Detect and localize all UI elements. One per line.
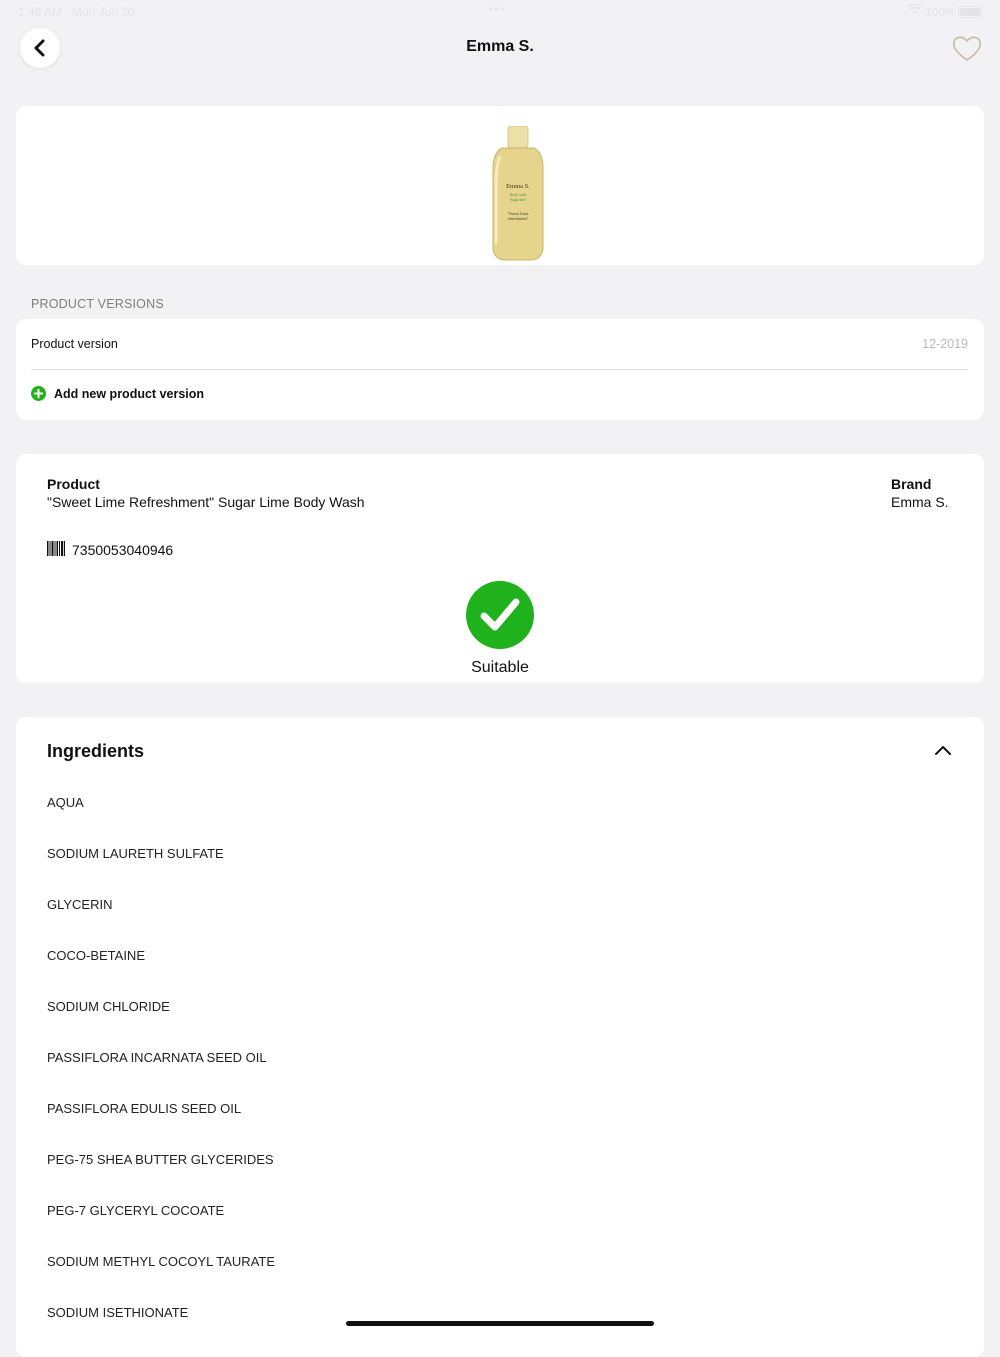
ingredient-list: AQUA SODIUM LAURETH SULFATE GLYCERIN COC… <box>47 795 275 1356</box>
product-version-value: 12-2019 <box>922 337 968 351</box>
checkmark-circle-icon <box>466 581 534 649</box>
product-versions-card: Product version 12-2019 Add new product … <box>16 319 984 420</box>
status-time: 1:46 AM <box>18 5 63 19</box>
barcode-icon <box>47 541 65 556</box>
heart-icon <box>952 36 982 61</box>
page-title: Emma S. <box>466 38 534 55</box>
ingredient-item: AQUA <box>47 795 84 810</box>
ingredient-item: COCO-BETAINE <box>47 948 145 963</box>
ingredient-item: PEG-75 SHEA BUTTER GLYCERIDES <box>47 1152 274 1167</box>
ingredient-item: GLYCERIN <box>47 897 113 912</box>
product-version-label: Product version <box>31 337 118 351</box>
ingredient-item: PEG-7 GLYCERYL COCOATE <box>47 1203 225 1218</box>
status-date: Mon Jun 20 <box>72 5 135 19</box>
product-image-line-1: Body wash <box>510 193 526 197</box>
ingredient-item: SODIUM LAURETH SULFATE <box>47 846 224 861</box>
battery-percentage: 100% <box>925 5 956 19</box>
product-info-card: Product "Sweet Lime Refreshment" Sugar L… <box>16 454 984 683</box>
multitasking-dots-icon: ••• <box>488 2 507 16</box>
status-bar: 1:46 AM Mon Jun 20 ••• 100% <box>0 0 1000 24</box>
add-product-version-label: Add new product version <box>54 386 205 401</box>
suitability-status: Suitable <box>471 659 529 676</box>
product-versions-header: PRODUCT VERSIONS <box>31 297 164 311</box>
product-image-card: Emma S. Body wash Sugar lime "Sweet Lime… <box>16 106 984 265</box>
product-version-row[interactable]: Product version 12-2019 <box>31 319 968 370</box>
plus-circle-icon <box>31 386 46 401</box>
product-image-line-2: Sugar lime <box>510 198 526 202</box>
home-indicator[interactable] <box>346 1321 654 1326</box>
ingredients-card: Ingredients AQUA SODIUM LAURETH SULFATE … <box>16 717 984 1357</box>
product-image: Emma S. Body wash Sugar lime "Sweet Lime… <box>492 126 544 261</box>
chevron-up-icon[interactable] <box>934 744 952 756</box>
brand-heading: Brand <box>891 476 932 492</box>
ingredient-item: SODIUM CHLORIDE <box>47 999 170 1014</box>
battery-icon <box>958 6 982 18</box>
ingredient-item: SODIUM METHYL COCOYL TAURATE <box>47 1254 276 1269</box>
product-image-line-4: refreshment" <box>508 216 529 221</box>
ingredient-item: SODIUM ISETHIONATE <box>47 1305 189 1320</box>
wifi-icon <box>907 3 923 18</box>
ingredient-item: PASSIFLORA EDULIS SEED OIL <box>47 1101 242 1116</box>
product-image-brand: Emma S. <box>506 183 530 190</box>
brand-name: Emma S. <box>891 494 949 510</box>
add-product-version-button[interactable]: Add new product version <box>31 386 204 401</box>
favorite-button[interactable] <box>951 33 983 63</box>
ingredient-item: PASSIFLORA INCARNATA SEED OIL <box>47 1050 267 1065</box>
ingredients-title: Ingredients <box>47 741 145 761</box>
product-name: "Sweet Lime Refreshment" Sugar Lime Body… <box>47 494 365 510</box>
barcode-number: 7350053040946 <box>72 542 174 558</box>
product-heading: Product <box>47 476 100 492</box>
